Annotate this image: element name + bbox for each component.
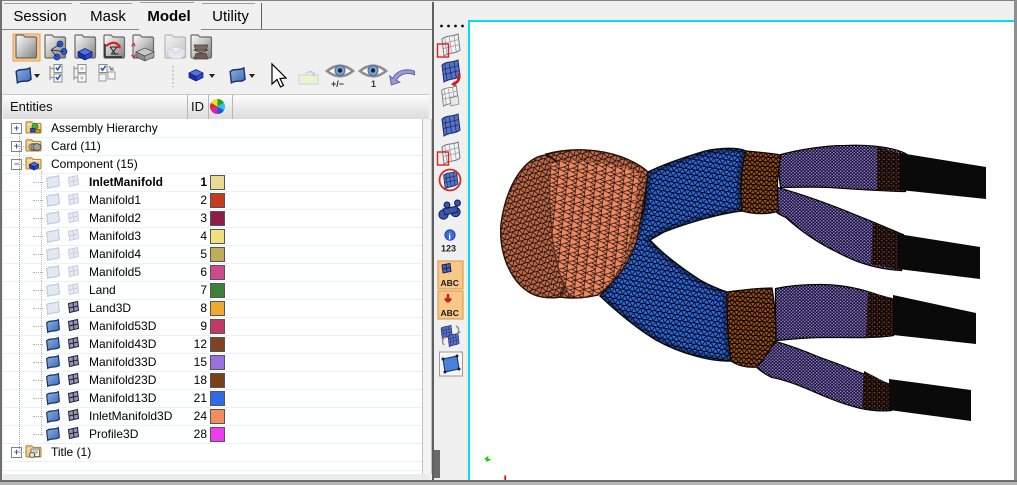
svg-text:1: 1 [371,79,376,89]
svg-text:+/−: +/− [331,79,344,89]
svg-text:ABC: ABC [441,308,459,318]
svg-text:123: 123 [441,244,456,254]
svg-text:ABC: ABC [441,278,459,288]
